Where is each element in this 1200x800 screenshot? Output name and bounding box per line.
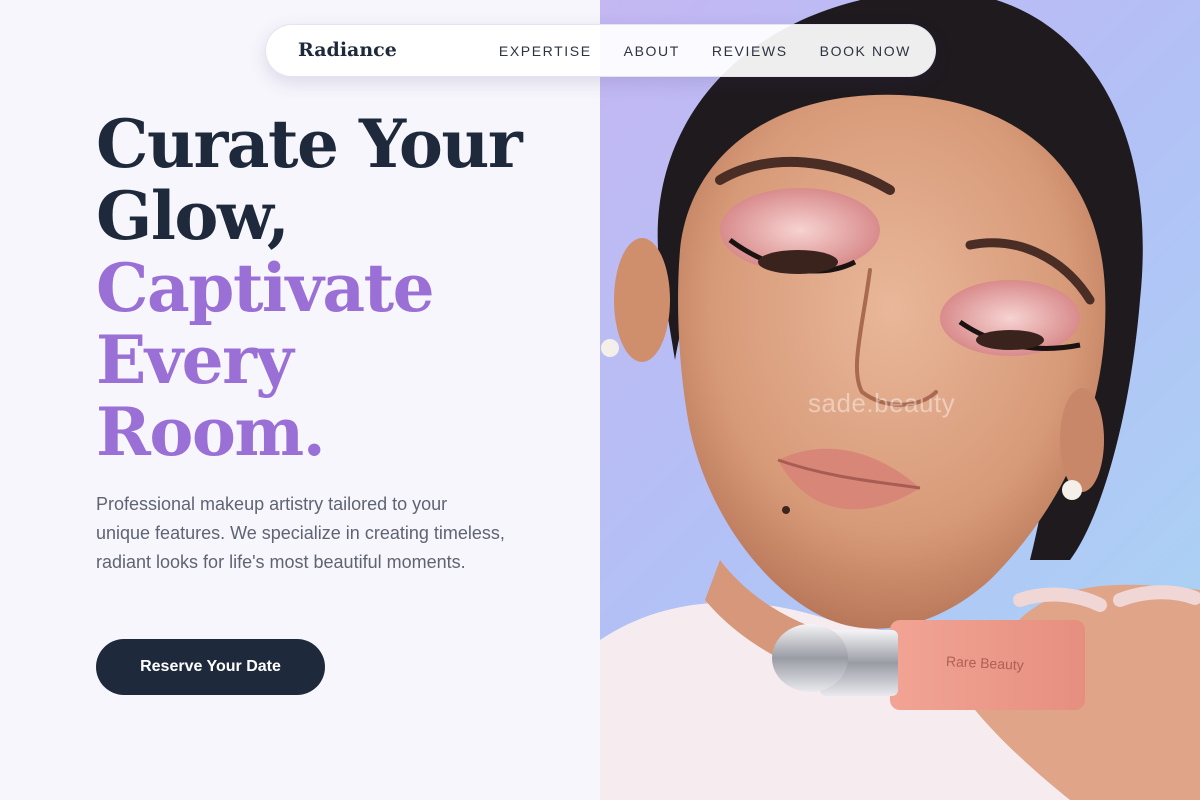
hero-photo: sade.beauty Rare Beauty [600,0,1200,800]
nav-link-book-now[interactable]: BOOK NOW [820,43,911,59]
nav-link-reviews[interactable]: REVIEWS [712,43,788,59]
watermark-text: sade.beauty [808,388,956,418]
headline-accent-line-3: Room. [96,393,326,471]
brand-logo[interactable]: Radiance [298,39,397,61]
headline-accent-line-2: Every [96,321,294,399]
nav-links: EXPERTISE ABOUT REVIEWS BOOK NOW [499,43,911,59]
headline-accent-line-1: Captivate [96,249,435,327]
hero-description: Professional makeup artistry tailored to… [96,494,505,572]
headline-line-2: Glow, [96,177,290,255]
nav-link-expertise[interactable]: EXPERTISE [499,43,592,59]
top-navigation: Radiance EXPERTISE ABOUT REVIEWS BOOK NO… [265,24,936,77]
hero-section: Curate Your Glow, Captivate Every Room. … [0,0,600,800]
headline-line-1: Curate Your [96,105,523,183]
nav-link-about[interactable]: ABOUT [624,43,680,59]
hero-headline: Curate Your Glow, Captivate Every Room. [96,105,523,471]
reserve-date-button[interactable]: Reserve Your Date [96,639,325,695]
